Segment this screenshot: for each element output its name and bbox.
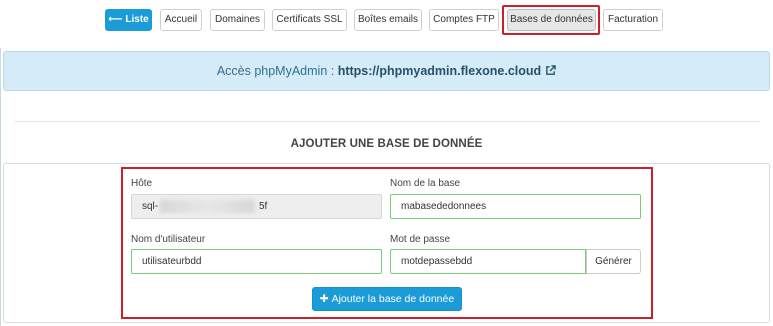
info-prefix: Accès phpMyAdmin : xyxy=(216,64,338,78)
username-label: Nom d'utilisateur xyxy=(131,234,206,245)
plus-icon: ✚ xyxy=(319,293,329,305)
tab-boites-emails[interactable]: Boîtes emails xyxy=(354,9,422,31)
tab-accueil[interactable]: Accueil xyxy=(160,9,202,31)
host-field[interactable]: sql- 5f xyxy=(131,194,382,219)
phpmyadmin-link[interactable]: https://phpmyadmin.flexone.cloud xyxy=(338,64,541,78)
tab-facturation[interactable]: Facturation xyxy=(603,9,663,31)
host-label: Hôte xyxy=(131,178,153,189)
left-border xyxy=(0,48,1,326)
phpmyadmin-info-banner: Accès phpMyAdmin : https://phpmyadmin.fl… xyxy=(3,51,770,91)
host-value-end: 5f xyxy=(259,201,268,212)
tab-domaines[interactable]: Domaines xyxy=(210,9,265,31)
host-value-start: sql- xyxy=(142,201,159,212)
username-field[interactable]: utilisateurbdd xyxy=(131,249,382,274)
add-database-button[interactable]: ✚ Ajouter la base de donnée xyxy=(312,287,462,311)
password-field[interactable]: motdepassebdd xyxy=(390,249,586,274)
back-to-list-button[interactable]: ⟵ Liste xyxy=(105,9,152,31)
section-divider xyxy=(15,121,760,122)
dbname-field[interactable]: mabasededonnees xyxy=(390,194,641,219)
add-database-label: Ajouter la base de donnée xyxy=(331,293,455,305)
external-link-icon[interactable] xyxy=(545,53,556,91)
top-nav: ⟵ Liste Accueil Domaines Certificats SSL… xyxy=(0,9,773,31)
tab-certificats-ssl[interactable]: Certificats SSL xyxy=(272,9,347,31)
section-title: AJOUTER UNE BASE DE DONNÉE xyxy=(290,138,483,150)
redacted-blur xyxy=(160,200,255,213)
tab-bases-de-donnees[interactable]: Bases de données xyxy=(507,9,596,31)
tab-comptes-ftp[interactable]: Comptes FTP xyxy=(429,9,499,31)
dbname-label: Nom de la base xyxy=(390,178,461,189)
password-label: Mot de passe xyxy=(390,234,451,245)
generate-password-button[interactable]: Générer xyxy=(586,249,641,274)
